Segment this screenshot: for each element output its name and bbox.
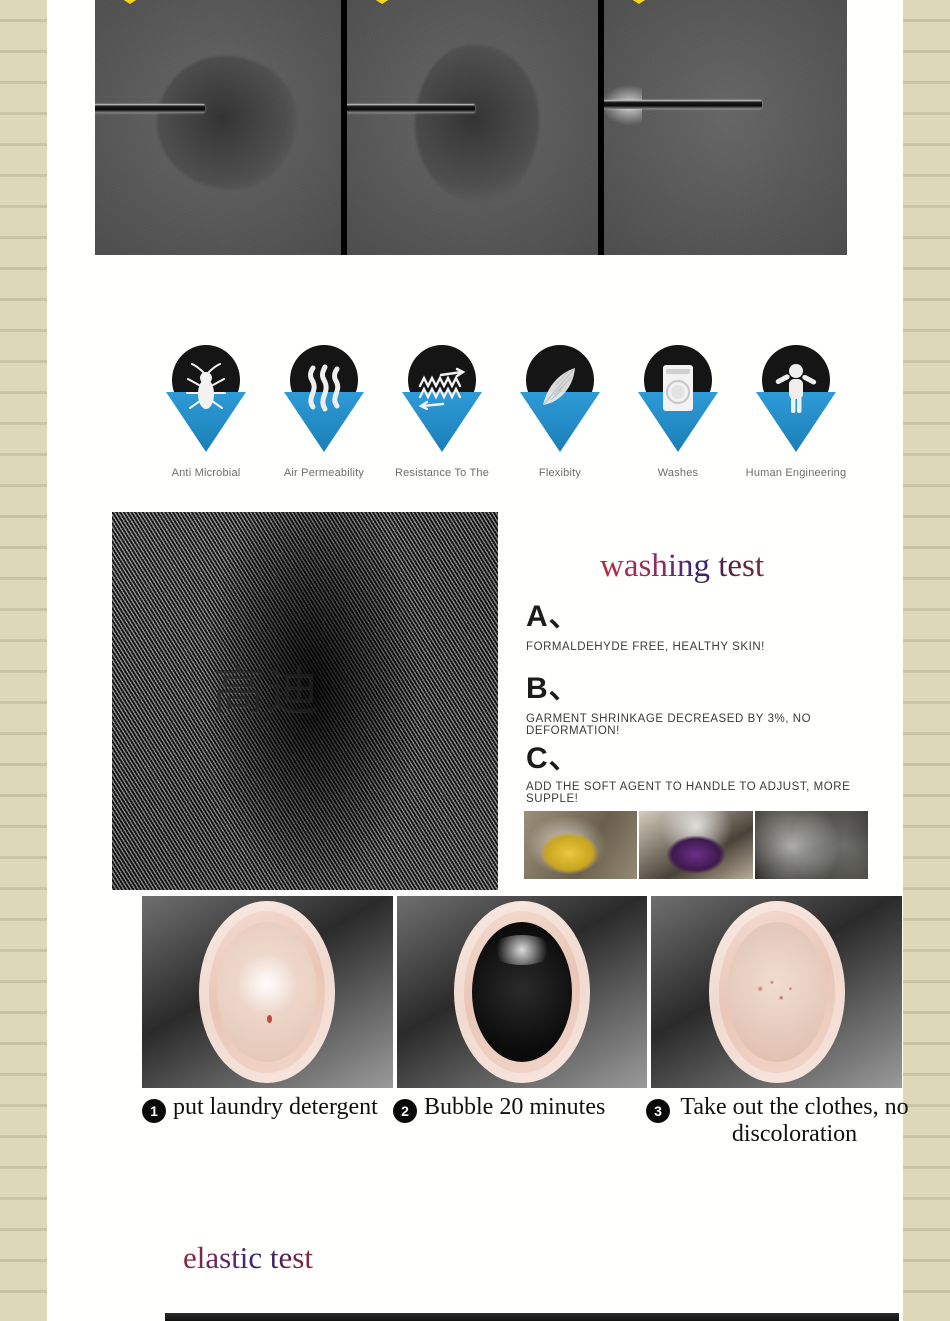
wash-step-photo bbox=[142, 896, 393, 1088]
feature-icon-row: Anti Microbial Air Permeability Resistan… bbox=[147, 345, 907, 505]
washing-machine-icon bbox=[638, 349, 718, 427]
wash-step-caption: 3 Take out the clothes, no discoloration bbox=[646, 1094, 912, 1148]
wash-step-caption: 1 put laundry detergent bbox=[142, 1094, 378, 1123]
wash-step-photo-row bbox=[142, 896, 903, 1088]
pipette-tool bbox=[347, 104, 475, 113]
feature-label: Human Engineering bbox=[745, 467, 847, 479]
feature-item-flexibity: Flexibity bbox=[501, 345, 619, 505]
fabric-closeup-photo: 高迪 bbox=[112, 512, 498, 890]
washing-point-letter: C、 bbox=[526, 742, 580, 775]
wash-step-caption: 2 Bubble 20 minutes bbox=[393, 1094, 605, 1123]
feature-badge bbox=[402, 345, 482, 453]
feature-item-human-engineering: Human Engineering bbox=[737, 345, 855, 505]
feature-badge bbox=[284, 345, 364, 453]
absorbency-panel: 60S bbox=[604, 0, 847, 255]
human-figure-icon bbox=[756, 349, 836, 427]
feature-item-washes: Washes bbox=[619, 345, 737, 505]
washing-point-text: GARMENT SHRINKAGE DECREASED BY 3%, NO DE… bbox=[526, 713, 812, 737]
washing-drum-thumbnails bbox=[524, 811, 868, 879]
wash-step-captions: 1 put laundry detergent 2 Bubble 20 minu… bbox=[142, 1094, 912, 1158]
elastic-test-photo bbox=[165, 1313, 899, 1321]
feature-item-anti-microbial: Anti Microbial bbox=[147, 345, 265, 505]
feature-item-air-permeability: Air Permeability bbox=[265, 345, 383, 505]
feature-label: Resistance To The bbox=[394, 467, 490, 479]
absorbency-time-tag: 60S bbox=[612, 0, 666, 4]
feature-label: Anti Microbial bbox=[171, 467, 241, 479]
step-number-badge: 2 bbox=[393, 1099, 417, 1123]
absorbency-time-tag: 10S bbox=[355, 0, 409, 4]
feature-badge bbox=[756, 345, 836, 453]
absorbency-time-tag: 0S bbox=[103, 0, 157, 4]
wash-step-photo bbox=[651, 896, 903, 1088]
washing-test-title: washing test bbox=[600, 548, 765, 584]
water-droplet-icon bbox=[157, 56, 297, 190]
step-caption-text: Bubble 20 minutes bbox=[424, 1094, 606, 1120]
absorbency-test-strip: 0S 10S 60S bbox=[95, 0, 847, 255]
drum-thumbnail-yellow-clothes bbox=[524, 811, 638, 879]
step-number-badge: 3 bbox=[646, 1099, 670, 1123]
pipette-tool bbox=[95, 104, 205, 113]
air-waves-icon bbox=[284, 349, 364, 427]
insect-icon bbox=[166, 349, 246, 427]
zigzag-stretch-icon bbox=[402, 349, 482, 427]
feature-label: Air Permeability bbox=[283, 467, 365, 479]
drum-thumbnail-industrial-washers bbox=[754, 811, 868, 879]
feature-label: Flexibity bbox=[538, 467, 582, 479]
step-caption-text: put laundry detergent bbox=[173, 1094, 378, 1120]
step-caption-text: Take out the clothes, no discoloration bbox=[680, 1094, 909, 1147]
feature-badge bbox=[638, 345, 718, 453]
feature-badge bbox=[166, 345, 246, 453]
watermark-text: 高迪 bbox=[212, 661, 321, 722]
feature-badge bbox=[520, 345, 600, 453]
washing-point-text: ADD THE SOFT AGENT TO HANDLE TO ADJUST, … bbox=[526, 781, 851, 805]
wash-step-photo bbox=[396, 896, 648, 1088]
feather-icon bbox=[520, 349, 600, 427]
elastic-test-title: elastic test bbox=[183, 1240, 313, 1275]
drum-thumbnail-purple-clothes bbox=[639, 811, 753, 879]
water-droplet-icon bbox=[415, 44, 539, 204]
page-border-left bbox=[0, 0, 47, 1321]
washing-point-letter: B、 bbox=[526, 672, 580, 705]
absorbency-panel: 10S bbox=[347, 0, 598, 255]
page-canvas: 0S 10S 60S bbox=[47, 0, 909, 1321]
feature-item-resistance: Resistance To The bbox=[383, 345, 501, 505]
washing-point-text: FORMALDEHYDE FREE, HEALTHY SKIN! bbox=[526, 641, 765, 653]
feature-label: Washes bbox=[657, 467, 699, 479]
absorbency-panel: 0S bbox=[95, 0, 341, 255]
washing-point-letter: A、 bbox=[526, 600, 580, 633]
pipette-tool bbox=[604, 100, 762, 109]
step-number-badge: 1 bbox=[142, 1099, 166, 1123]
